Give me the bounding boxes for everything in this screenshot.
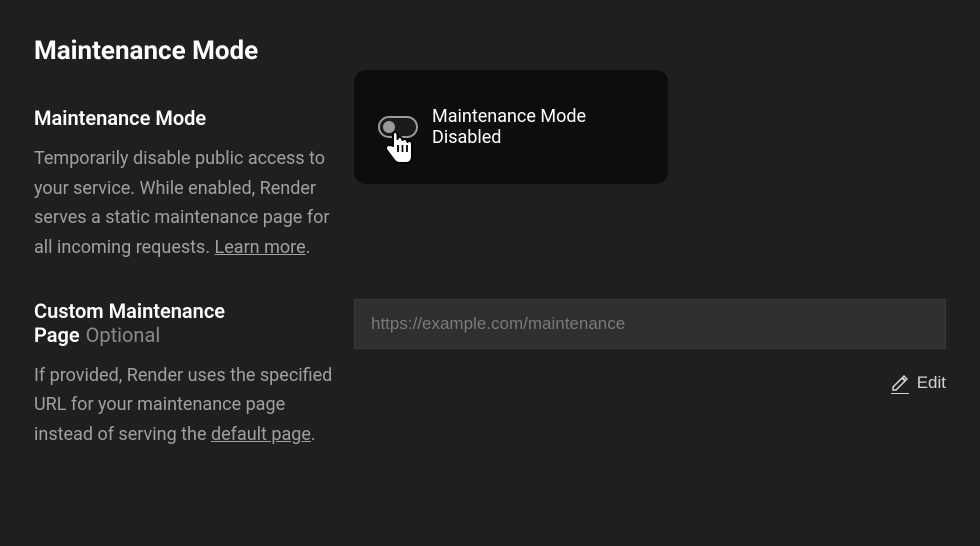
maintenance-toggle-switch[interactable]	[378, 116, 418, 138]
edit-button[interactable]: Edit	[891, 373, 946, 393]
custom-page-description-suffix: .	[311, 424, 316, 445]
maintenance-toggle-card: Maintenance Mode Disabled	[354, 70, 668, 184]
maintenance-mode-info: Maintenance Mode Temporarily disable pub…	[34, 106, 334, 263]
learn-more-link[interactable]: Learn more	[215, 237, 306, 258]
toggle-knob	[383, 121, 395, 133]
edit-button-label: Edit	[917, 373, 946, 393]
edit-row: Edit	[354, 373, 946, 393]
pencil-icon	[891, 374, 909, 392]
custom-page-info: Custom Maintenance PageOptional If provi…	[34, 299, 334, 450]
maintenance-mode-description: Temporarily disable public access to you…	[34, 144, 334, 263]
page-title: Maintenance Mode	[34, 36, 946, 66]
custom-page-section: Custom Maintenance PageOptional If provi…	[34, 299, 946, 450]
custom-page-url-input[interactable]	[354, 299, 946, 349]
maintenance-mode-control: Maintenance Mode Disabled	[354, 106, 946, 184]
maintenance-mode-heading: Maintenance Mode	[34, 106, 334, 130]
maintenance-mode-description-suffix: .	[306, 237, 311, 258]
optional-badge: Optional	[86, 323, 161, 347]
custom-page-control: Edit	[354, 299, 946, 393]
custom-page-description: If provided, Render uses the specified U…	[34, 361, 334, 450]
maintenance-toggle-label: Maintenance Mode Disabled	[432, 106, 644, 148]
maintenance-mode-section: Maintenance Mode Temporarily disable pub…	[34, 106, 946, 263]
custom-page-heading: Custom Maintenance PageOptional	[34, 299, 334, 347]
default-page-link[interactable]: default page	[211, 424, 311, 445]
toggle-wrapper	[378, 116, 418, 138]
